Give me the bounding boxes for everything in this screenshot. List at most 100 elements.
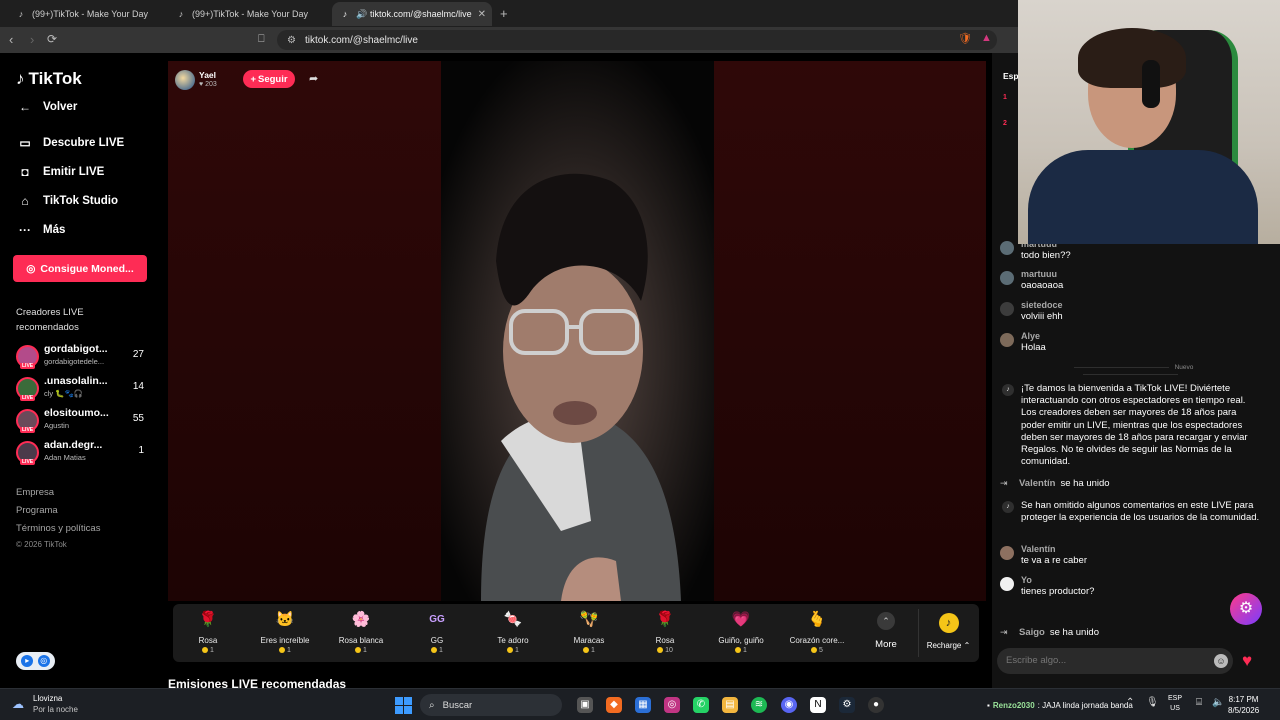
file-explorer-icon[interactable]: ▤	[722, 697, 738, 713]
follow-button[interactable]: + Seguir	[243, 70, 295, 88]
headset	[1142, 60, 1160, 108]
get-coins-button[interactable]: ◎ Consigue Moned...	[13, 255, 147, 282]
gift-item[interactable]: 🪇 Maracas 1	[551, 609, 627, 654]
share-icon[interactable]: ➦	[309, 72, 318, 85]
store-icon[interactable]: ▦	[635, 697, 651, 713]
chevron-up-icon[interactable]: ⌃	[1126, 697, 1134, 708]
taskbar-search[interactable]: ⌕ Buscar	[420, 694, 562, 716]
gift-item[interactable]: 🌹 Rosa 1	[170, 609, 246, 654]
gift-item[interactable]: 🌹 Rosa 10	[627, 609, 703, 654]
gift-item[interactable]: 🐱 Eres increíble 1	[247, 609, 323, 654]
streamer-video-frame	[441, 61, 714, 601]
chat-message[interactable]: Yo tienes productor?	[1000, 575, 1262, 599]
tiktok-logo[interactable]: ♪ TikTok	[16, 69, 82, 89]
address-bar[interactable]: ⚙ tiktok.com/@shaelmc/live	[277, 30, 997, 50]
nav-more[interactable]: ··· Más	[16, 223, 65, 237]
browser-tab-active[interactable]: ♪ 🔊 tiktok.com/@shaelmc/live ✕	[332, 2, 492, 26]
task-view-icon[interactable]: ▣	[577, 697, 593, 713]
gift-item[interactable]: 🫰 Corazón core... 5	[779, 609, 855, 654]
host-info[interactable]: Yael ♥ 203	[175, 69, 217, 91]
nav-discover-live[interactable]: ▭ Descubre LIVE	[16, 136, 124, 150]
tab-title: (99+)TikTok - Make Your Day	[192, 9, 308, 19]
enter-icon: ⇥	[1000, 478, 1008, 488]
spotify-icon[interactable]: ≋	[751, 697, 767, 713]
settings-gear-icon[interactable]: ⚙	[1230, 593, 1262, 625]
network-icon[interactable]: ⌸	[1196, 697, 1202, 708]
site-info-icon[interactable]: ⚙	[287, 35, 296, 46]
avatar	[1000, 577, 1014, 591]
globe-icon: ◎	[37, 655, 50, 667]
tiktok-icon: ♪	[1002, 384, 1014, 396]
start-button[interactable]	[395, 697, 412, 714]
system-message-welcome: ♪ ¡Te damos la bienvenida a TikTok LIVE!…	[1000, 383, 1262, 473]
chat-message[interactable]: Alye Holaa	[1000, 331, 1262, 355]
close-tab-icon[interactable]: ✕	[478, 9, 486, 20]
gift-item[interactable]: 🌸 Rosa blanca 1	[323, 609, 399, 654]
tiktok-icon: ♪	[178, 9, 184, 19]
copyright: © 2026 TikTok	[16, 540, 67, 549]
coin-icon: ◎	[26, 262, 36, 275]
brave-shield-icon[interactable]: 🛡	[958, 32, 972, 45]
rewards-icon[interactable]: ▲	[981, 32, 992, 44]
footer-link-program[interactable]: Programa	[16, 505, 58, 516]
microphone-icon[interactable]: 🎙	[1146, 697, 1159, 708]
recharge-button[interactable]: ♪ Recharge ⌃	[918, 609, 978, 657]
new-tab-button[interactable]: +	[500, 6, 508, 21]
live-video[interactable]	[441, 61, 714, 601]
brave-browser-icon[interactable]: ◆	[606, 697, 622, 713]
stream-notification[interactable]: ▪ Renzo2030 : JAJA linda jornada banda	[987, 695, 1133, 715]
gift-bar: 🌹 Rosa 1 🐱 Eres increíble 1 🌸 Rosa blanc…	[173, 604, 979, 662]
clock[interactable]: 8:17 PM 8/5/2026	[1228, 694, 1259, 716]
stage-backdrop-left	[168, 61, 441, 601]
coin-icon	[583, 647, 590, 654]
nav-tiktok-studio[interactable]: ⌂ TikTok Studio	[16, 194, 118, 208]
bookmark-icon[interactable]: ⎕	[258, 33, 265, 46]
host-name: Yael	[199, 70, 217, 80]
instagram-icon[interactable]: ◎	[664, 697, 680, 713]
creator-item[interactable]: LIVE adan.degr... Adan Matias 1	[16, 439, 156, 467]
nav-go-live[interactable]: ◘ Emitir LIVE	[16, 165, 104, 179]
chat-message[interactable]: martuuu oaoaoaoa	[1000, 269, 1262, 293]
avatar[interactable]	[175, 70, 195, 90]
obs-icon[interactable]: ●	[868, 697, 884, 713]
creator-item[interactable]: LIVE .unasolalin... cly 🐛🐾🎧 14	[16, 375, 156, 403]
new-messages-divider: Nuevo	[1018, 364, 1243, 378]
language-indicator[interactable]: ESP US	[1168, 694, 1182, 714]
discord-icon[interactable]: ◉	[781, 697, 797, 713]
more-gifts-button[interactable]: ⌃ More	[871, 612, 901, 650]
emoji-icon[interactable]: ☺	[1214, 654, 1228, 668]
footer-link-terms[interactable]: Términos y políticas	[16, 523, 100, 534]
coin-icon	[657, 647, 664, 654]
chat-input[interactable]	[997, 648, 1233, 674]
rank-number: 1	[1003, 94, 1007, 101]
steam-icon[interactable]: ⚙	[839, 697, 855, 713]
tiktok-icon: ♪	[342, 9, 348, 19]
chat-message[interactable]: Valentín te va a re caber	[1000, 544, 1262, 568]
back-icon[interactable]: ‹	[9, 32, 13, 47]
tiktok-icon: ♪	[18, 9, 24, 19]
more-dots-icon: ···	[19, 223, 31, 237]
gift-item[interactable]: 💗 Guiño, guiño 1	[703, 609, 779, 654]
coin-icon	[735, 647, 742, 654]
forward-icon[interactable]: ›	[30, 32, 34, 47]
extension-widget[interactable]: ▸ ◎	[16, 652, 55, 670]
avatar	[1000, 333, 1014, 347]
creator-item[interactable]: LIVE gordabigot... gordabigotedele... 27	[16, 343, 156, 371]
coin-icon	[355, 647, 362, 654]
chat-message[interactable]: sietedoce volviii ehh	[1000, 300, 1262, 324]
viewer-count: 1	[138, 445, 144, 456]
heart-icon[interactable]: ♥	[1242, 651, 1252, 671]
sidebar: ♪ TikTok ← Volver ▭ Descubre LIVE ◘ Emit…	[0, 53, 165, 690]
browser-tab[interactable]: ♪ (99+)TikTok - Make Your Day	[168, 2, 330, 26]
browser-tab[interactable]: ♪ (99+)TikTok - Make Your Day	[8, 2, 168, 26]
nav-back[interactable]: ← Volver	[16, 100, 77, 114]
reload-icon[interactable]: ⟳	[47, 32, 57, 46]
whatsapp-icon[interactable]: ✆	[693, 697, 709, 713]
notion-icon[interactable]: N	[810, 697, 826, 713]
gift-item[interactable]: 🍬 Te adoro 1	[475, 609, 551, 654]
gift-item[interactable]: GG GG 1	[399, 609, 475, 654]
volume-icon[interactable]: 🔈	[1212, 697, 1224, 708]
tiktok-icon: ♪	[16, 69, 25, 88]
creator-item[interactable]: LIVE elositoumo... Agustin 55	[16, 407, 156, 435]
footer-link-company[interactable]: Empresa	[16, 487, 54, 498]
